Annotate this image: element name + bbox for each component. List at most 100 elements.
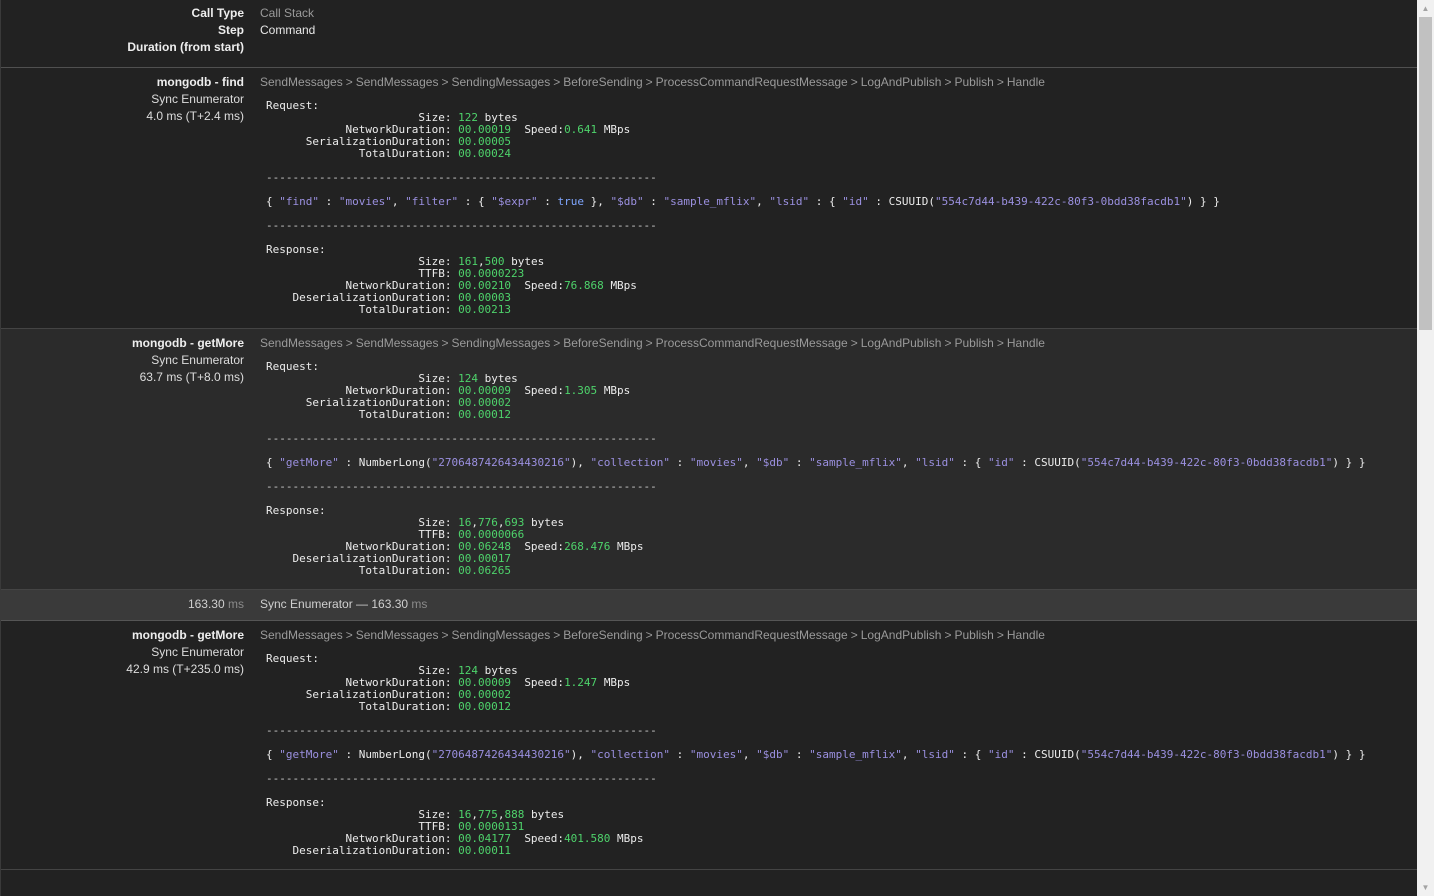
command-token: ,	[901, 748, 916, 761]
breadcrumb-item[interactable]: BeforeSending	[563, 628, 642, 642]
breadcrumb-item[interactable]: ProcessCommandRequestMessage	[656, 336, 848, 350]
response-speed: 268.476	[564, 540, 611, 553]
command-token: "lsid"	[915, 748, 955, 761]
breadcrumb-item[interactable]: SendMessages	[260, 628, 343, 642]
breadcrumb-item[interactable]: SendingMessages	[451, 628, 550, 642]
entry-row[interactable]: mongodb - find Sync Enumerator 4.0 ms (T+2…	[1, 68, 1417, 329]
command-token: : {	[809, 195, 843, 208]
command-token: ,	[901, 456, 916, 469]
entry-duration: 4.0 ms (T+2.4 ms)	[146, 109, 244, 123]
command-token: : {	[954, 456, 988, 469]
breadcrumb-item[interactable]: Publish	[955, 628, 994, 642]
breadcrumb-item[interactable]: Handle	[1007, 336, 1045, 350]
header-labels: Call Type Step Duration (from start)	[1, 5, 260, 56]
command-token: : CSUUID(	[1014, 456, 1081, 469]
breadcrumb-item[interactable]: LogAndPublish	[861, 628, 942, 642]
breadcrumb-item[interactable]: SendingMessages	[451, 75, 550, 89]
entry-detail: SendMessages > SendMessages > SendingMessage…	[260, 335, 1417, 577]
command-value: Command	[260, 23, 316, 37]
entry-title: mongodb - getMore	[132, 628, 244, 642]
timing-unit: ms	[411, 597, 428, 611]
scroll-down-arrow-icon[interactable]: ▼	[1417, 879, 1434, 896]
request-heading: Request:	[266, 652, 319, 665]
command-token: ),	[570, 748, 591, 761]
command-token: : NumberLong(	[338, 456, 432, 469]
breadcrumb-separator: >	[645, 336, 653, 350]
command-token: "getMore"	[279, 456, 339, 469]
total-label: TotalDuration:	[358, 564, 452, 577]
breadcrumb-item[interactable]: LogAndPublish	[861, 336, 942, 350]
command-token: "sample_mflix"	[809, 456, 902, 469]
breadcrumb-item[interactable]: BeforeSending	[563, 336, 642, 350]
response-total-duration: 00.06265	[458, 564, 512, 577]
command-token: :	[643, 195, 664, 208]
request-total-duration: 00.00012	[458, 408, 512, 421]
breadcrumb-item[interactable]: BeforeSending	[563, 75, 642, 89]
breadcrumb-item[interactable]: SendMessages	[260, 75, 343, 89]
command-token: "movies"	[689, 456, 743, 469]
command-token: "$db"	[756, 456, 790, 469]
command-token: ,	[391, 195, 406, 208]
total-label: TotalDuration:	[358, 147, 452, 160]
breadcrumb-item[interactable]: SendingMessages	[451, 336, 550, 350]
command-token: "movies"	[338, 195, 392, 208]
command-token: "getMore"	[279, 748, 339, 761]
step-label: Step	[217, 23, 244, 37]
deserialization-label: DeserializationDuration:	[292, 844, 452, 857]
timing-row: 163.30 ms Sync Enumerator — 163.30 ms	[1, 590, 1417, 621]
entry-row[interactable]: mongodb - getMore Sync Enumerator 63.7 ms …	[1, 329, 1417, 590]
breadcrumb-item[interactable]: ProcessCommandRequestMessage	[656, 75, 848, 89]
command-token: "lsid"	[769, 195, 810, 208]
speed-label: Speed:	[524, 540, 565, 553]
scroll-up-arrow-icon[interactable]: ▲	[1417, 0, 1434, 17]
scrollbar-thumb[interactable]	[1419, 17, 1432, 330]
request-speed: 1.305	[564, 384, 598, 397]
command-token: : {	[954, 748, 988, 761]
entry-row[interactable]: mongodb - getMore Sync Enumerator 42.9 ms …	[1, 621, 1417, 870]
breadcrumb-separator: >	[345, 336, 353, 350]
entry-detail: SendMessages > SendMessages > SendingMessage…	[260, 74, 1417, 316]
divider-line: ----------------------------------------…	[266, 480, 657, 493]
entry-duration: 63.7 ms (T+8.0 ms)	[139, 370, 244, 384]
timing-total: 163.30 ms	[1, 596, 260, 613]
response-speed: 401.580	[564, 832, 611, 845]
breadcrumb-separator: >	[345, 628, 353, 642]
command-token: "sample_mflix"	[809, 748, 902, 761]
command-token: {	[266, 456, 280, 469]
command-token: },	[583, 195, 611, 208]
request-heading: Request:	[266, 360, 319, 373]
breadcrumb-separator: >	[996, 628, 1004, 642]
entry-type: Sync Enumerator	[151, 92, 244, 106]
entry-detail: SendMessages > SendMessages > SendingMessage…	[260, 627, 1417, 857]
command-token: "554c7d44-b439-422c-80f3-0bdd38facdb1"	[1080, 456, 1333, 469]
breadcrumb-item[interactable]: Publish	[955, 75, 994, 89]
command-token: {	[266, 748, 280, 761]
command-token: :	[670, 456, 690, 469]
response-speed: 76.868	[564, 279, 604, 292]
timing-description: Sync Enumerator — 163.30 ms	[260, 596, 1417, 613]
breadcrumb-item[interactable]: Handle	[1007, 628, 1045, 642]
breadcrumb-item[interactable]: Publish	[955, 336, 994, 350]
command-token: {	[266, 195, 280, 208]
breadcrumb-separator: >	[944, 628, 952, 642]
divider-line: ----------------------------------------…	[266, 724, 657, 737]
timing-value: 163.30	[371, 597, 409, 611]
breadcrumb-item[interactable]: SendMessages	[356, 75, 439, 89]
breadcrumb-item[interactable]: Handle	[1007, 75, 1045, 89]
breadcrumb-item[interactable]: SendMessages	[260, 336, 343, 350]
breadcrumb-item[interactable]: SendMessages	[356, 336, 439, 350]
breadcrumb-item[interactable]: SendMessages	[356, 628, 439, 642]
duration-label: Duration (from start)	[127, 40, 244, 54]
vertical-scrollbar[interactable]: ▲ ▼	[1417, 0, 1434, 896]
breadcrumb-item[interactable]: ProcessCommandRequestMessage	[656, 628, 848, 642]
breadcrumb-separator: >	[441, 336, 449, 350]
command-token: "lsid"	[915, 456, 955, 469]
mbps-label: MBps	[610, 279, 637, 292]
command-token: "id"	[842, 195, 869, 208]
command-token: ) } }	[1332, 456, 1366, 469]
breadcrumb-item[interactable]: LogAndPublish	[861, 75, 942, 89]
command-detail: Request: Size: 124 bytes NetworkDuration…	[266, 360, 1366, 577]
total-label: TotalDuration:	[358, 700, 452, 713]
request-total-duration: 00.00012	[458, 700, 512, 713]
call-type-label: Call Type	[191, 6, 244, 20]
